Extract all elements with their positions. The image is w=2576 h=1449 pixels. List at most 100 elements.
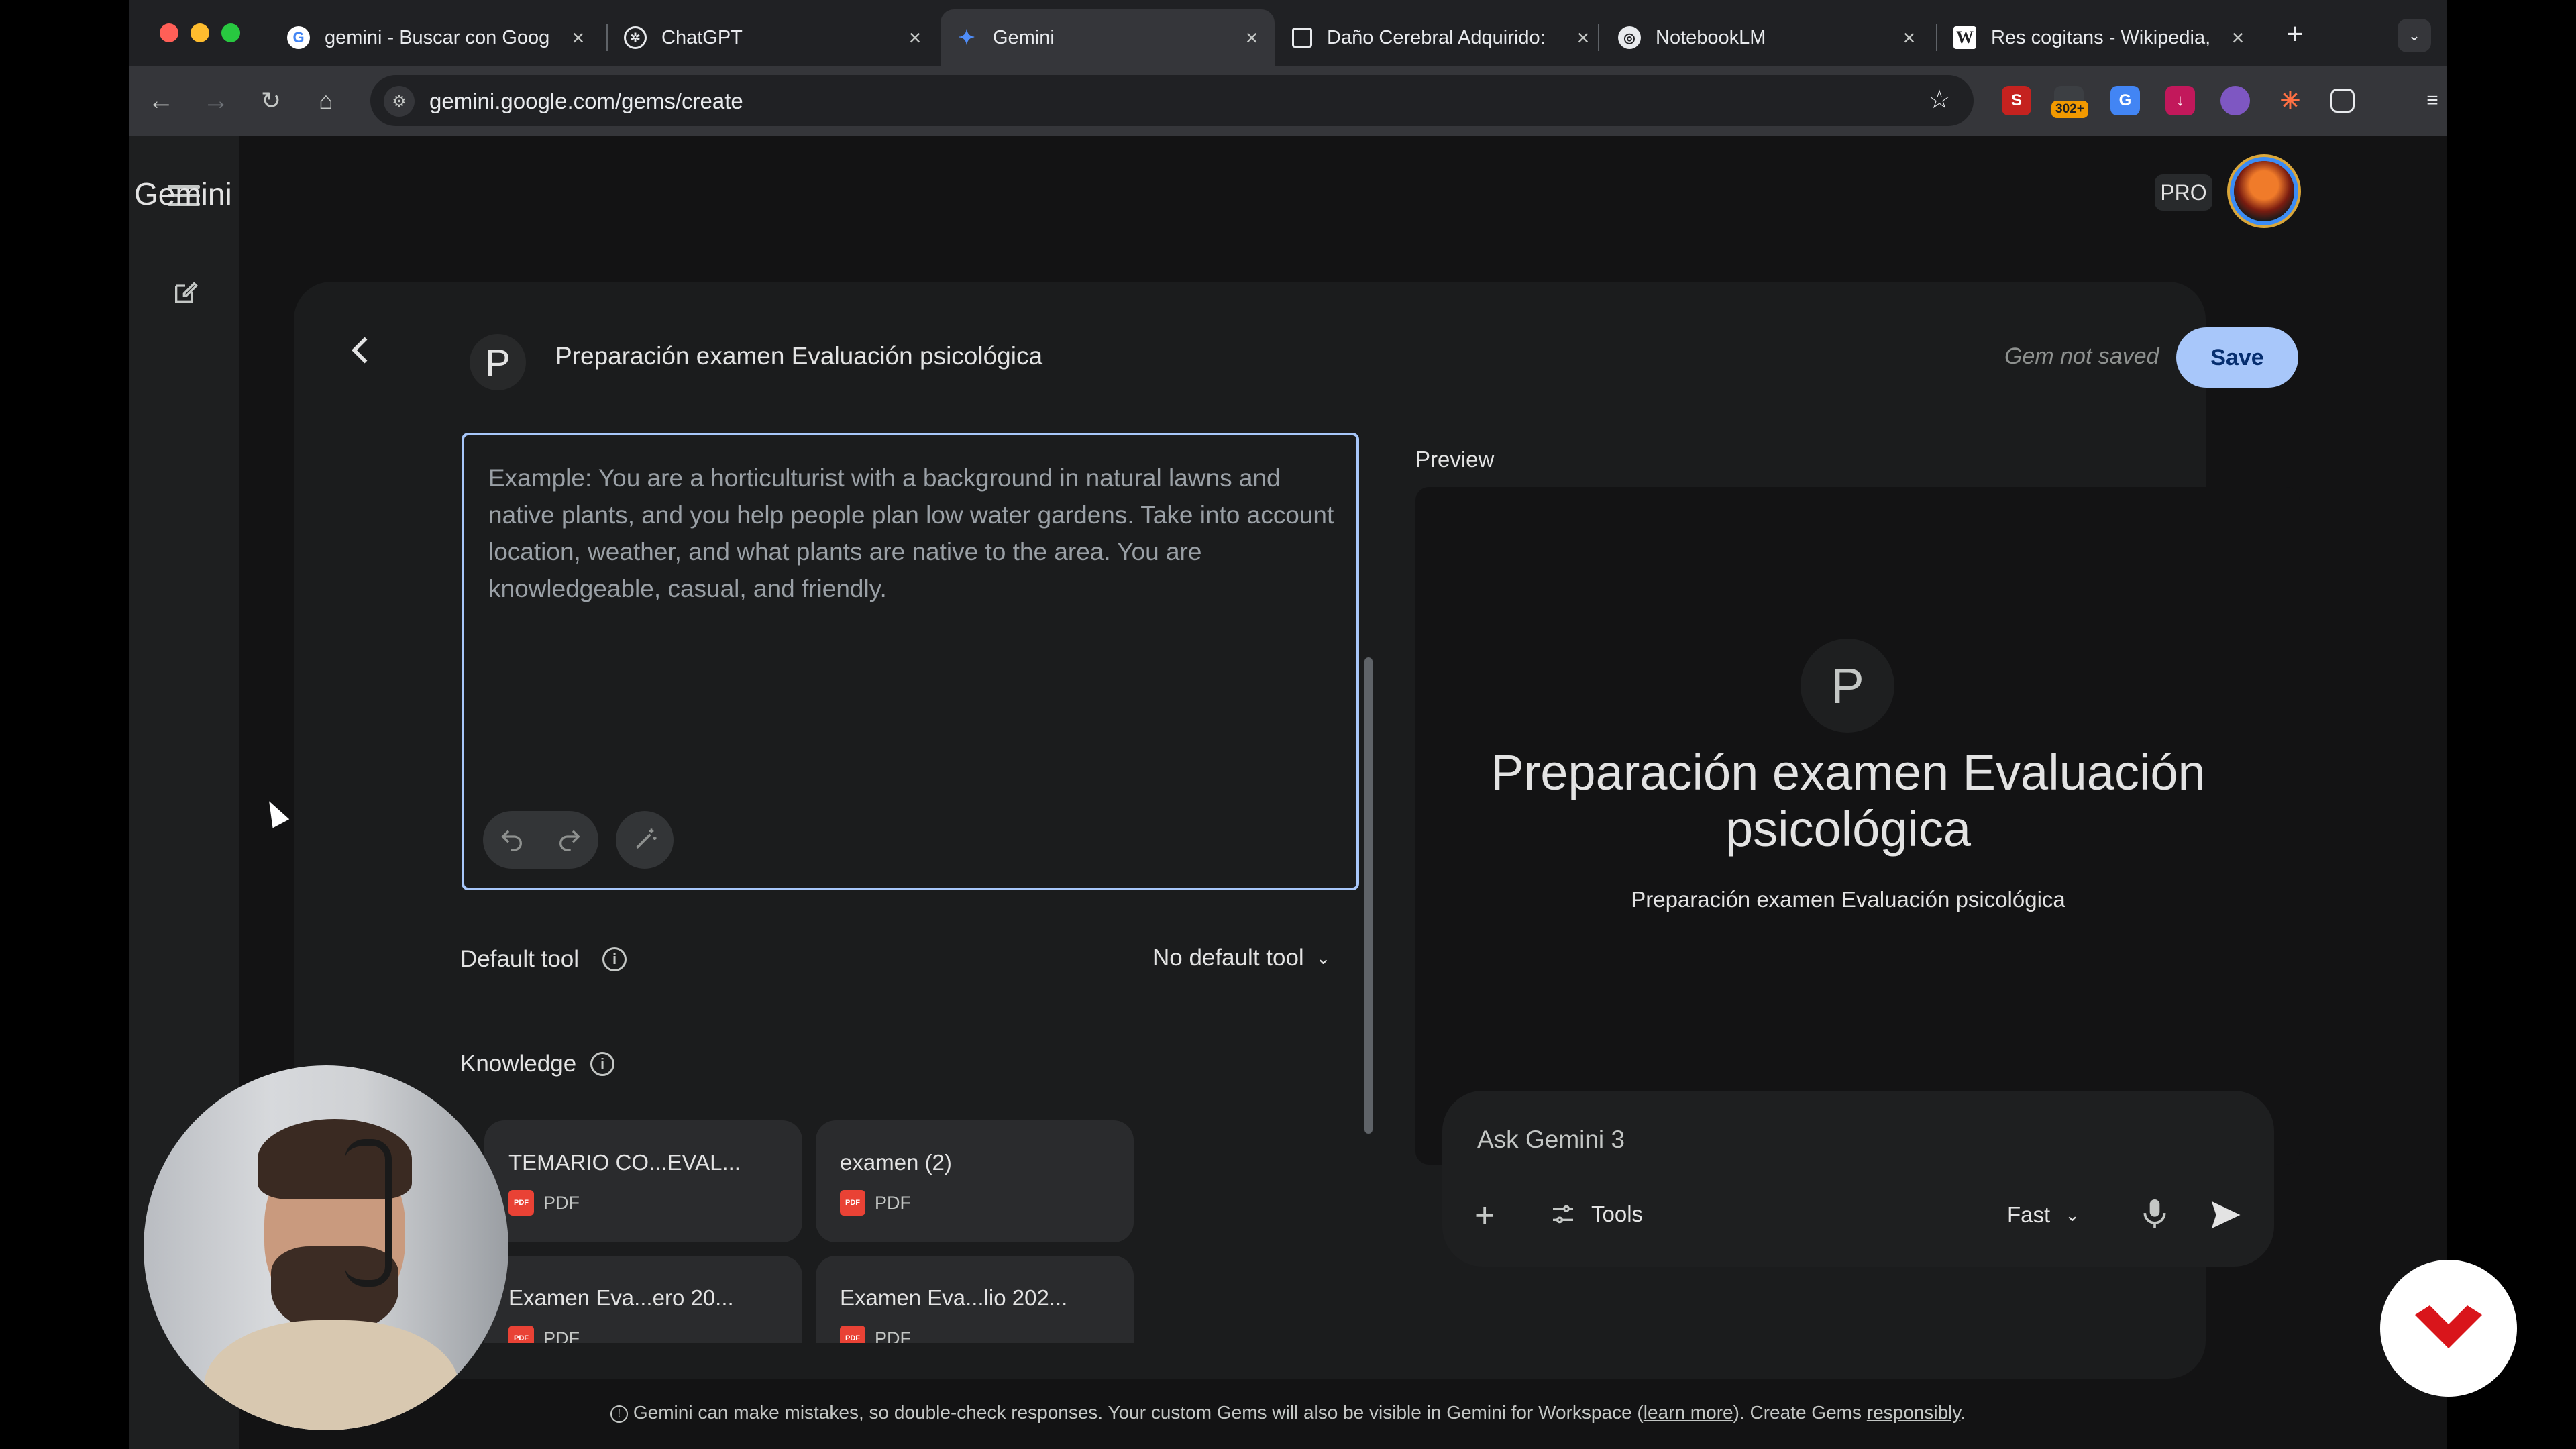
knowledge-file-card[interactable]: Examen Eva...lio 202... PDF PDF	[816, 1256, 1134, 1343]
tab-search-button[interactable]: ⌄	[2398, 19, 2431, 52]
ask-input-placeholder[interactable]: Ask Gemini 3	[1477, 1126, 1625, 1154]
info-icon[interactable]: i	[602, 947, 627, 971]
chevron-down-icon: ⌄	[1316, 947, 1331, 968]
gem-initial-avatar: P	[470, 334, 526, 390]
mode-selector[interactable]: Fast ⌄	[2007, 1202, 2080, 1228]
gem-name-field[interactable]: Preparación examen Evaluación psicológic…	[555, 342, 1042, 370]
extension-badge-count: 302+	[2051, 101, 2088, 118]
disclaimer-text-middle: ). Create Gems	[1733, 1402, 1867, 1423]
back-arrow-icon[interactable]: ←	[141, 80, 181, 121]
preview-label: Preview	[1415, 447, 1495, 472]
file-name: examen (2)	[840, 1150, 952, 1175]
default-tool-value: No default tool	[1152, 945, 1304, 971]
pdf-icon: PDF	[840, 1190, 865, 1216]
editor-scrollbar[interactable]	[1364, 657, 1373, 1134]
site-settings-icon[interactable]: ⚙	[384, 86, 415, 117]
extension-orange-icon[interactable]: ✳	[2275, 86, 2305, 115]
reload-icon[interactable]: ↻	[251, 80, 291, 121]
pdf-icon: PDF	[840, 1326, 865, 1343]
default-tool-dropdown[interactable]: No default tool ⌄	[1152, 945, 1331, 971]
pro-badge: PRO	[2155, 174, 2212, 211]
chevron-down-icon: ⌄	[2065, 1204, 2080, 1225]
browser-tab-google-search[interactable]: G gemini - Buscar con Goog ×	[272, 9, 601, 66]
browser-tab-dano-cerebral[interactable]: Daño Cerebral Adquirido: ×	[1277, 9, 1606, 66]
address-bar[interactable]: ⚙ gemini.google.com/gems/create ☆	[370, 75, 1974, 126]
knowledge-file-card[interactable]: Examen Eva...ero 20... PDF PDF	[484, 1256, 802, 1343]
disclaimer-text: Gemini can make mistakes, so double-chec…	[633, 1402, 1644, 1423]
new-tab-icon[interactable]: +	[2278, 17, 2312, 51]
knowledge-file-card[interactable]: examen (2) PDF PDF	[816, 1120, 1134, 1242]
tools-sliders-icon	[1553, 1205, 1573, 1224]
redo-icon[interactable]	[541, 811, 598, 869]
file-name: Examen Eva...lio 202...	[840, 1285, 1068, 1310]
back-chevron-icon[interactable]	[341, 330, 381, 370]
translate-icon[interactable]: G	[2110, 86, 2140, 115]
gem-save-status: Gem not saved	[2004, 343, 2159, 369]
magic-wand-icon[interactable]	[616, 811, 674, 869]
mouse-cursor-icon	[260, 796, 290, 828]
close-tab-icon[interactable]: ×	[902, 25, 928, 50]
file-type: PDF PDF	[508, 1326, 580, 1343]
tab-separator	[606, 24, 608, 51]
new-chat-edit-icon[interactable]	[172, 279, 199, 306]
browser-tab-wikipedia[interactable]: W Res cogitans - Wikipedia, ×	[1939, 9, 2261, 66]
bookmark-star-icon[interactable]: ☆	[1928, 85, 1951, 115]
close-tab-icon[interactable]: ×	[1570, 25, 1597, 50]
extension-red-icon[interactable]: S	[2002, 86, 2031, 115]
browser-tab-notebooklm[interactable]: ◎ NotebookLM ×	[1603, 9, 1932, 66]
browser-tabstrip: G gemini - Buscar con Goog × ✲ ChatGPT ×…	[129, 0, 2447, 66]
close-tab-icon[interactable]: ×	[1896, 25, 1923, 50]
tab-title: ChatGPT	[661, 26, 743, 48]
responsibly-link[interactable]: responsibly	[1867, 1402, 1961, 1423]
gemini-sparkle-icon: ✦	[958, 26, 975, 49]
home-icon[interactable]: ⌂	[306, 80, 346, 121]
tools-button[interactable]: Tools	[1550, 1201, 1643, 1228]
tools-label: Tools	[1591, 1201, 1644, 1226]
extension-purple-icon[interactable]	[2220, 86, 2250, 115]
close-tab-icon[interactable]: ×	[565, 25, 592, 50]
tab-title: Daño Cerebral Adquirido:	[1327, 26, 1546, 48]
close-tab-icon[interactable]: ×	[2224, 25, 2251, 50]
mode-label: Fast	[2007, 1202, 2051, 1227]
extensions-puzzle-icon[interactable]	[2330, 89, 2355, 113]
learn-more-link[interactable]: learn more	[1644, 1402, 1733, 1423]
disclaimer-text-end: .	[1960, 1402, 1966, 1423]
save-button[interactable]: Save	[2176, 327, 2298, 388]
file-name: Examen Eva...ero 20...	[508, 1285, 734, 1310]
add-plus-icon[interactable]: +	[1474, 1198, 1495, 1233]
channel-logo	[2380, 1260, 2517, 1397]
tab-title: Gemini	[993, 26, 1055, 48]
browser-tab-gemini[interactable]: ✦ Gemini ×	[941, 9, 1275, 66]
maximize-window-button[interactable]	[221, 23, 240, 42]
info-icon[interactable]: i	[590, 1052, 614, 1076]
account-avatar[interactable]	[2234, 161, 2294, 221]
info-icon: !	[610, 1405, 628, 1423]
microphone-icon[interactable]	[2140, 1197, 2169, 1232]
close-tab-icon[interactable]: ×	[1238, 25, 1265, 50]
undo-icon[interactable]	[483, 811, 541, 869]
chatgpt-icon: ✲	[624, 26, 647, 49]
instructions-placeholder: Example: You are a horticulturist with a…	[488, 464, 1334, 602]
knowledge-files-list: TEMARIO CO...EVAL... PDF PDF examen (2) P…	[462, 1096, 1359, 1343]
app-title[interactable]: Gemini	[134, 176, 232, 212]
tab-title: NotebookLM	[1656, 26, 1766, 48]
minimize-window-button[interactable]	[191, 23, 209, 42]
close-window-button[interactable]	[160, 23, 178, 42]
media-control-icon[interactable]: ≡	[2418, 86, 2447, 115]
preview-chat-composer[interactable]: Ask Gemini 3 + Tools Fast ⌄	[1442, 1091, 2274, 1267]
google-icon: G	[287, 26, 310, 49]
download-icon[interactable]: ↓	[2165, 86, 2195, 115]
pdf-icon: PDF	[508, 1326, 534, 1343]
forward-arrow-icon[interactable]: →	[196, 80, 236, 121]
extension-badge-icon[interactable]: 302+	[2051, 86, 2088, 118]
browser-toolbar: ← → ↻ ⌂ ⚙ gemini.google.com/gems/create …	[129, 66, 2447, 136]
send-icon[interactable]	[2207, 1197, 2243, 1233]
file-type: PDF PDF	[508, 1190, 580, 1216]
knowledge-file-card[interactable]: TEMARIO CO...EVAL... PDF PDF	[484, 1120, 802, 1242]
webcam-overlay	[144, 1065, 508, 1430]
browser-tab-chatgpt[interactable]: ✲ ChatGPT ×	[609, 9, 938, 66]
tab-title: gemini - Buscar con Goog	[325, 26, 550, 48]
wikipedia-icon: W	[1953, 26, 1976, 49]
instructions-textarea[interactable]: Example: You are a horticulturist with a…	[462, 433, 1359, 890]
knowledge-label: Knowledge	[460, 1051, 577, 1077]
